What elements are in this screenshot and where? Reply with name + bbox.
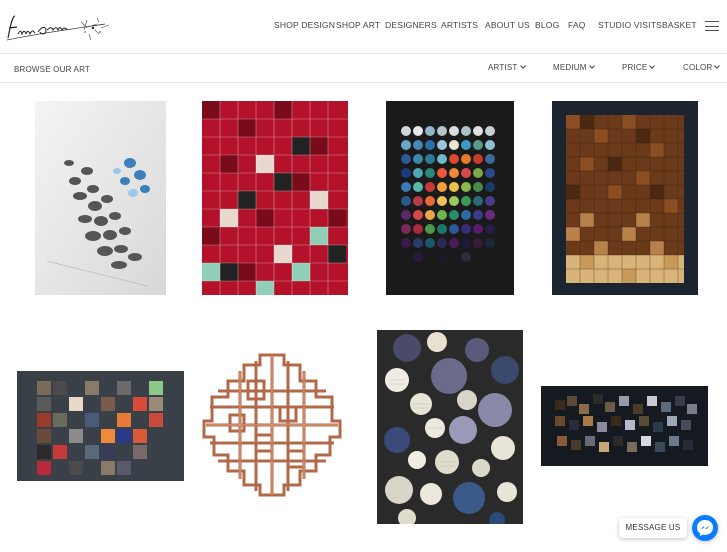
art-copper-lattice[interactable] (200, 351, 344, 499)
nav-shop-design[interactable]: SHOP DESIGN (274, 20, 335, 30)
nav-blog[interactable]: BLOG (535, 20, 559, 30)
filter-medium[interactable]: MEDIUM (553, 63, 595, 72)
message-us-button[interactable]: MESSAGE US (619, 518, 687, 538)
filter-artist[interactable]: ARTIST (488, 63, 526, 72)
filter-price-label: PRICE (622, 63, 648, 72)
chevron-down-icon (519, 63, 526, 69)
art-dark-wood-blocks[interactable] (541, 386, 708, 466)
nav-studio-visits[interactable]: STUDIO VISITS (598, 20, 662, 30)
nav-basket[interactable]: BASKET (662, 20, 697, 30)
chevron-down-icon (649, 63, 656, 69)
filter-color[interactable]: COLOR (683, 63, 721, 72)
chevron-down-icon (588, 63, 595, 69)
nav-shop-art[interactable]: SHOP ART (336, 20, 380, 30)
art-colored-spheres[interactable] (386, 101, 514, 295)
main-nav: SHOP DESIGN SHOP ART DESIGNERS ARTISTS A… (0, 20, 727, 34)
art-paper-discs[interactable] (377, 330, 523, 524)
nav-faq[interactable]: FAQ (568, 20, 586, 30)
art-red-mosaic-tiles[interactable] (202, 101, 348, 295)
filter-bar: BROWSE OUR ART ARTIST MEDIUM PRICE COLOR (0, 55, 727, 83)
filter-artist-label: ARTIST (488, 63, 518, 72)
filter-medium-label: MEDIUM (553, 63, 587, 72)
browse-heading: BROWSE OUR ART (14, 65, 90, 74)
menu-icon[interactable] (705, 20, 719, 32)
nav-about-us[interactable]: ABOUT US (485, 20, 530, 30)
site-header: SHOP DESIGN SHOP ART DESIGNERS ARTISTS A… (0, 0, 727, 54)
filter-price[interactable]: PRICE (622, 63, 656, 72)
art-painted-cubes[interactable] (17, 371, 184, 481)
nav-artists[interactable]: ARTISTS (441, 20, 478, 30)
filter-color-label: COLOR (683, 63, 713, 72)
chevron-down-icon (714, 63, 721, 69)
nav-designers[interactable]: DESIGNERS (385, 20, 437, 30)
art-dark-cylinder-sculpture[interactable] (35, 101, 166, 295)
art-wood-block-grid[interactable] (552, 101, 698, 295)
messenger-icon[interactable] (692, 515, 718, 541)
